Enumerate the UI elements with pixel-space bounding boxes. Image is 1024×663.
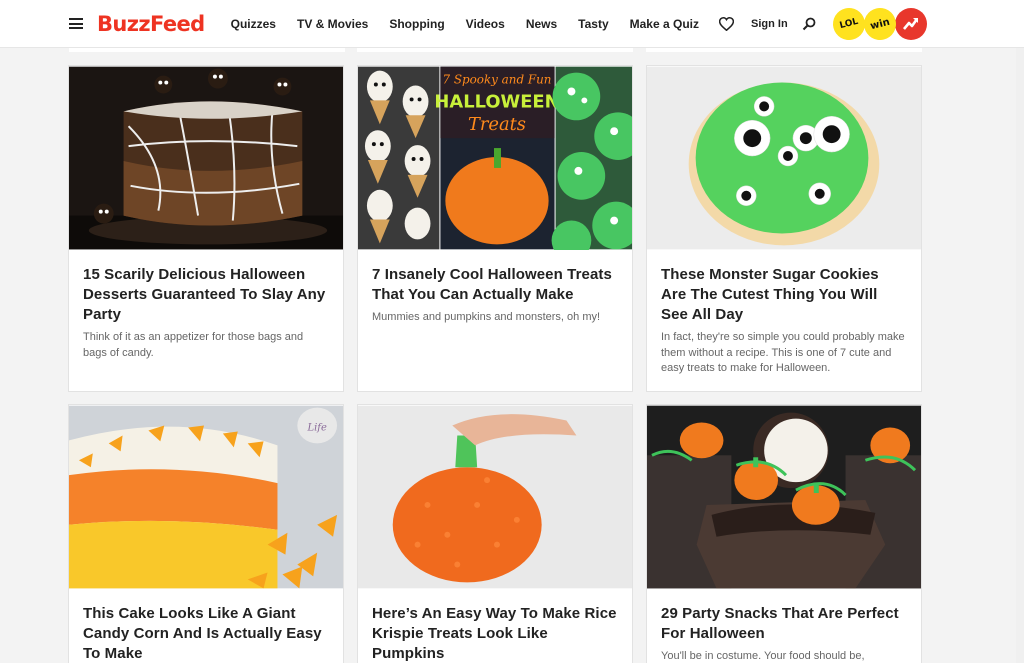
top-navigation-bar: BuzzFeed Quizzes TV & Movies Shopping Vi…: [0, 0, 1024, 48]
article-card[interactable]: 7 Spooky and Fun HALLOWEEN Treats 7 Insa…: [357, 65, 633, 392]
page-scrollbar[interactable]: [1016, 48, 1024, 663]
halloween-cake-image: [69, 66, 343, 250]
image-watermark: Life: [307, 422, 327, 433]
heart-icon[interactable]: [718, 16, 734, 32]
article-card[interactable]: Here’s An Easy Way To Make Rice Krispie …: [357, 404, 633, 663]
monster-cookie-image: [647, 66, 921, 250]
trending-badge-icon[interactable]: [895, 8, 927, 40]
menu-icon[interactable]: [69, 18, 83, 29]
card-title[interactable]: 29 Party Snacks That Are Perfect For Hal…: [647, 589, 921, 644]
header-actions: Sign In: [718, 0, 816, 48]
article-card[interactable]: 15 Scarily Delicious Halloween Desserts …: [68, 65, 344, 392]
nav-news[interactable]: News: [526, 17, 557, 31]
nav-videos[interactable]: Videos: [466, 17, 505, 31]
card-title[interactable]: 7 Insanely Cool Halloween Treats That Yo…: [358, 250, 632, 305]
lol-badge[interactable]: LOL: [829, 4, 869, 44]
halloween-snacks-image: [647, 405, 921, 589]
card-description: You'll be in costume. Your food should b…: [661, 650, 865, 662]
article-card[interactable]: Life This Cake Looks Like A Giant Candy …: [68, 404, 344, 663]
image-caption-line: 7 Spooky and Fun: [442, 73, 551, 87]
sign-in-link[interactable]: Sign In: [751, 18, 788, 30]
card-title[interactable]: 15 Scarily Delicious Halloween Desserts …: [69, 250, 343, 325]
win-badge[interactable]: win: [860, 4, 900, 44]
badge-group: LOL win: [829, 4, 927, 44]
nav-tv-movies[interactable]: TV & Movies: [297, 17, 368, 31]
nav-make-a-quiz[interactable]: Make a Quiz: [630, 17, 699, 31]
card-title[interactable]: Here’s An Easy Way To Make Rice Krispie …: [358, 589, 632, 663]
previous-card-stub: [69, 48, 345, 52]
previous-card-stub: [646, 48, 922, 52]
nav-tasty[interactable]: Tasty: [578, 17, 608, 31]
main-nav: Quizzes TV & Movies Shopping Videos News…: [231, 17, 720, 31]
card-description: In fact, they're so simple you could pro…: [661, 331, 905, 374]
previous-card-stub: [357, 48, 633, 52]
article-card[interactable]: 29 Party Snacks That Are Perfect For Hal…: [646, 404, 922, 663]
buzzfeed-logo[interactable]: BuzzFeed: [97, 12, 205, 36]
image-caption-line: HALLOWEEN: [434, 91, 559, 112]
halloween-treats-collage-image: 7 Spooky and Fun HALLOWEEN Treats: [358, 66, 632, 250]
image-caption-line: Treats: [468, 114, 526, 135]
card-description: Mummies and pumpkins and monsters, oh my…: [372, 311, 601, 323]
rice-krispie-pumpkin-image: [358, 405, 632, 589]
card-title[interactable]: This Cake Looks Like A Giant Candy Corn …: [69, 589, 343, 663]
search-icon[interactable]: [802, 17, 816, 31]
candy-corn-cake-image: Life: [69, 405, 343, 589]
article-card[interactable]: These Monster Sugar Cookies Are The Cute…: [646, 65, 922, 392]
nav-quizzes[interactable]: Quizzes: [231, 17, 276, 31]
card-title[interactable]: These Monster Sugar Cookies Are The Cute…: [647, 250, 921, 325]
card-description: Think of it as an appetizer for those ba…: [83, 331, 304, 359]
nav-shopping[interactable]: Shopping: [389, 17, 444, 31]
